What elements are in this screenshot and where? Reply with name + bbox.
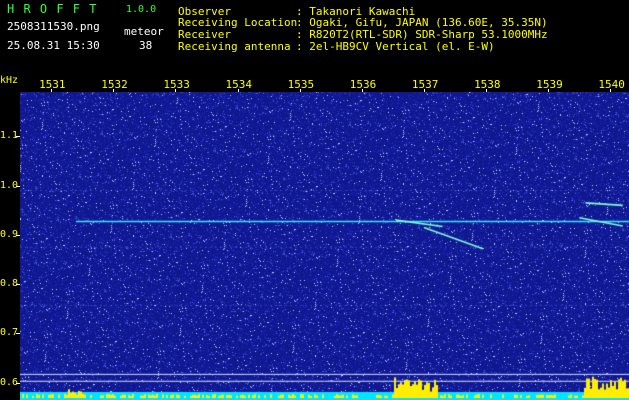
mode-label: meteor (124, 25, 164, 38)
x-tick-label: 1539 (536, 78, 563, 91)
antenna-value: : 2el-HB9CV Vertical (el. E-W) (296, 40, 495, 53)
x-tick-label: 1538 (474, 78, 501, 91)
antenna-label: Receiving antenna (178, 40, 291, 53)
app-title: H R O F F T (7, 2, 98, 16)
x-tick-label: 1532 (101, 78, 128, 91)
x-tick-label: 1533 (163, 78, 190, 91)
y-axis-label: kHz (0, 75, 19, 86)
spectrogram-plot (20, 92, 629, 400)
file-name: 2508311530.png (7, 20, 100, 33)
x-tick-label: 1531 (39, 78, 66, 91)
time-axis (0, 74, 629, 92)
x-tick-label: 1536 (349, 78, 377, 91)
app-version: 1.0.0 (126, 4, 157, 15)
date-time: 25.08.31 15:30 (7, 39, 100, 52)
x-tick-label: 1537 (411, 78, 439, 91)
header-panel: H R O F F T 1.0.0 2508311530.png 25.08.3… (0, 0, 629, 74)
mode-value: 38 (139, 39, 153, 52)
x-tick-label: 1540 (598, 78, 625, 91)
